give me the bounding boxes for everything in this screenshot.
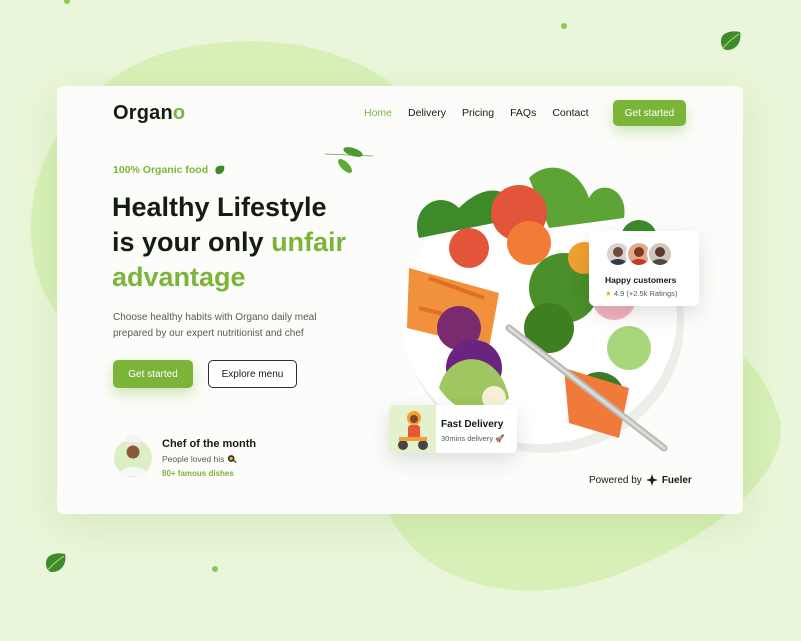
nav-faqs[interactable]: FAQs bbox=[510, 107, 536, 119]
landing-card: Organo Home Delivery Pricing FAQs Contac… bbox=[57, 86, 743, 514]
nav-contact[interactable]: Contact bbox=[552, 107, 588, 119]
rocket-icon: 🚀 bbox=[495, 434, 505, 443]
tagline: 100% Organic food bbox=[113, 164, 226, 176]
delivery-title: Fast Delivery bbox=[441, 419, 504, 430]
decorative-dot bbox=[561, 23, 567, 29]
chef-title: Chef of the month bbox=[162, 438, 257, 450]
customer-avatars bbox=[605, 241, 673, 267]
powered-by[interactable]: Powered by Fueler bbox=[589, 474, 692, 486]
tagline-text: 100% Organic food bbox=[113, 164, 209, 176]
star-icon: ★ bbox=[605, 289, 612, 298]
nav-pricing[interactable]: Pricing bbox=[462, 107, 494, 119]
hero-headline: Healthy Lifestyle is your only unfair ad… bbox=[112, 192, 347, 292]
delivery-subtitle: 30mins delivery 🚀 bbox=[441, 434, 505, 443]
decorative-dot bbox=[64, 0, 70, 4]
hero-description: Choose healthy habits with Organo daily … bbox=[113, 312, 317, 339]
avatar bbox=[647, 241, 673, 267]
chef-subtitle: People loved his bbox=[162, 454, 282, 464]
logo[interactable]: Organo bbox=[113, 102, 185, 125]
nav-home[interactable]: Home bbox=[364, 107, 392, 119]
decorative-dot bbox=[212, 566, 218, 572]
hero-get-started-button[interactable]: Get started bbox=[113, 360, 193, 388]
food-icon bbox=[227, 455, 237, 464]
explore-menu-button[interactable]: Explore menu bbox=[208, 360, 297, 388]
chef-dishes: 80+ famous dishes bbox=[162, 469, 234, 478]
fueler-logo-icon bbox=[645, 474, 658, 486]
leaf-icon bbox=[215, 165, 225, 175]
leaf-icon bbox=[46, 553, 66, 572]
floating-leaves-icon bbox=[324, 147, 374, 173]
customers-rating: ★ 4.9 (+2.5k Ratings) bbox=[605, 289, 678, 298]
main-nav: Home Delivery Pricing FAQs Contact bbox=[364, 107, 589, 119]
fast-delivery-card: Fast Delivery 30mins delivery 🚀 bbox=[389, 405, 517, 453]
delivery-rider-image bbox=[389, 405, 436, 453]
happy-customers-card: Happy customers ★ 4.9 (+2.5k Ratings) bbox=[589, 231, 699, 306]
chef-avatar bbox=[114, 435, 152, 477]
leaf-icon bbox=[721, 31, 741, 50]
customers-title: Happy customers bbox=[605, 275, 677, 285]
nav-delivery[interactable]: Delivery bbox=[408, 107, 446, 119]
nav-get-started-button[interactable]: Get started bbox=[613, 100, 686, 126]
